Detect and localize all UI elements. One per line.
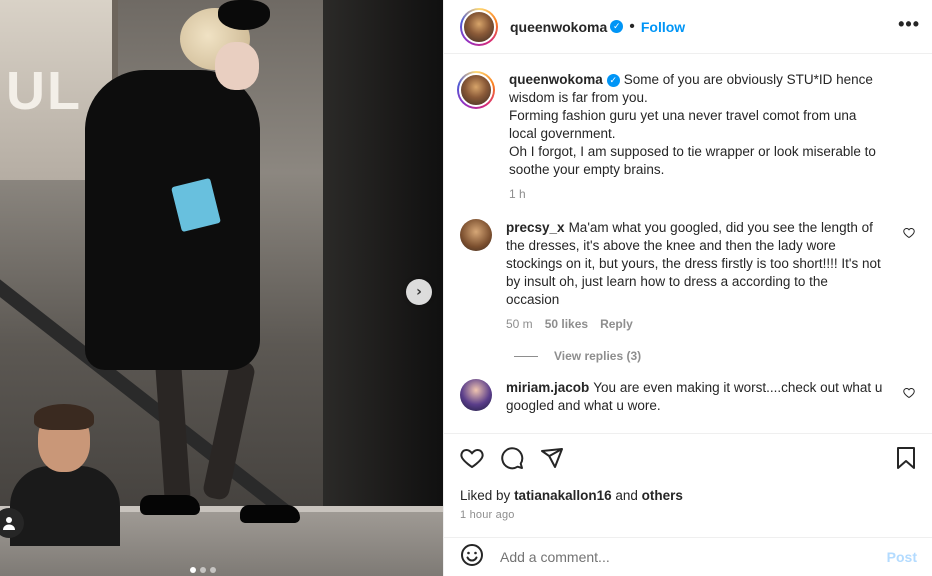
post-comment-button[interactable]: Post — [887, 549, 917, 565]
replies-line — [514, 355, 538, 357]
comment-input[interactable] — [500, 549, 871, 565]
user-tag-icon — [3, 517, 15, 530]
woman-hat — [218, 0, 270, 30]
window-sign-text: UL — [6, 61, 82, 121]
likes-and: and — [615, 488, 638, 503]
comment-time[interactable]: 1 h — [509, 187, 526, 201]
carousel-dot — [200, 567, 206, 573]
like-comment-icon[interactable] — [903, 387, 915, 402]
commenter-avatar[interactable] — [460, 219, 492, 251]
woman-legs — [150, 358, 260, 510]
bystander-figure — [10, 400, 120, 546]
shoe-left — [140, 495, 200, 515]
carousel-indicator — [190, 567, 216, 573]
author-avatar[interactable] — [457, 71, 495, 109]
chevron-right-icon: › — [416, 284, 422, 300]
caption: queenwokoma ✓ Some of you are obviously ST… — [457, 71, 917, 201]
liked-by-others[interactable]: others — [642, 488, 683, 503]
post-actions: Liked by tatianakallon16 and others 1 ho… — [444, 433, 932, 521]
like-comment-icon[interactable] — [903, 227, 915, 242]
shoe-right — [240, 505, 300, 523]
carousel-next-button[interactable]: › — [406, 279, 432, 305]
author-username[interactable]: queenwokoma — [510, 19, 607, 35]
like-heart-icon[interactable] — [460, 446, 484, 475]
commenter-avatar[interactable] — [460, 379, 492, 411]
comment-username[interactable]: precsy_x — [506, 220, 565, 235]
follow-button[interactable]: Follow — [641, 19, 685, 35]
post-timestamp[interactable]: 1 hour ago — [460, 509, 917, 521]
comment-item: miriam.jacob You are even making it worst… — [460, 379, 917, 415]
separator-dot: • — [629, 17, 635, 35]
comment-username[interactable]: miriam.jacob — [506, 380, 589, 395]
save-bookmark-icon[interactable] — [895, 446, 917, 475]
add-comment-bar: Post — [444, 537, 932, 576]
woman-face — [215, 42, 259, 90]
liked-by-user[interactable]: tatianakallon16 — [514, 488, 612, 503]
more-options-icon[interactable]: ••• — [898, 14, 920, 35]
likes-prefix: Liked by — [460, 488, 511, 503]
comment-text: Some of you are obviously STU*ID hence w… — [509, 72, 876, 177]
view-replies-button[interactable]: View replies (3) — [514, 349, 917, 363]
reply-button[interactable]: Reply — [600, 317, 633, 331]
verified-badge-icon: ✓ — [610, 20, 624, 33]
comment-item: precsy_x Ma'am what you googled, did you … — [460, 219, 917, 331]
caption-text: queenwokoma ✓ Some of you are obviously ST… — [509, 71, 917, 179]
share-send-icon[interactable] — [540, 446, 564, 475]
carousel-dot — [210, 567, 216, 573]
post-photo[interactable]: UL › — [0, 0, 443, 576]
post-details-panel: queenwokoma ✓ • Follow ••• queenwokoma ✓ S… — [443, 0, 932, 576]
woman-black-coat — [85, 70, 260, 370]
emoji-icon[interactable] — [460, 543, 484, 572]
comment-body: miriam.jacob You are even making it worst… — [506, 379, 917, 415]
post-header: queenwokoma ✓ • Follow ••• — [444, 0, 932, 54]
view-replies-label[interactable]: View replies (3) — [554, 349, 641, 363]
author-avatar[interactable] — [460, 7, 498, 46]
comments-list[interactable]: queenwokoma ✓ Some of you are obviously ST… — [444, 55, 932, 433]
comment-username[interactable]: queenwokoma — [509, 72, 603, 87]
comment-bubble-icon[interactable] — [500, 446, 524, 475]
likes-summary: Liked by tatianakallon16 and others — [460, 488, 917, 503]
comment-likes[interactable]: 50 likes — [545, 317, 588, 331]
carousel-dot — [190, 567, 196, 573]
comment-time[interactable]: 50 m — [506, 317, 533, 331]
comment-body: precsy_x Ma'am what you googled, did you … — [506, 219, 917, 309]
post-modal: UL › queenwokoma ✓ • Follow ••• queenwok… — [0, 0, 932, 576]
verified-badge-icon: ✓ — [606, 73, 620, 87]
